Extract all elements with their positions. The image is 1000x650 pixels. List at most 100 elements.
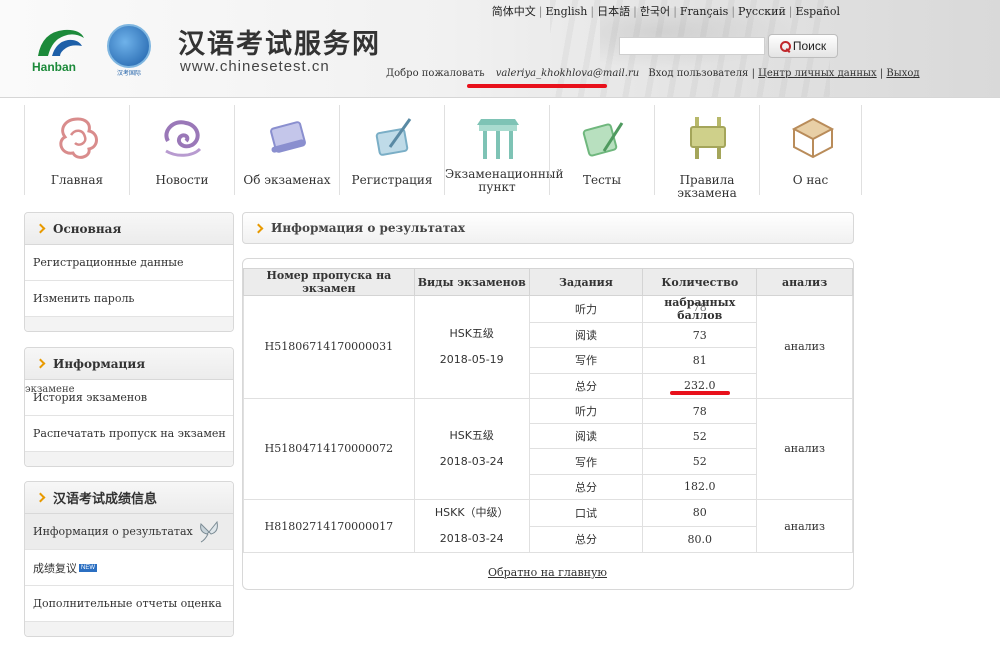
panel-header: 汉语考试成绩信息 (25, 482, 233, 514)
analysis-link[interactable]: анализ (756, 499, 853, 554)
exam-cell: HSK五级 2018-05-19 (413, 295, 530, 399)
exam-date: 2018-03-24 (439, 454, 504, 468)
sidebar-item-print-pass[interactable]: Распечатать пропуск на экзамен (25, 416, 233, 452)
hanban-logo-text: Hanban (32, 60, 77, 74)
home-knot-icon (59, 117, 98, 159)
overlapping-text: экзамене (25, 384, 75, 395)
exam-name: HSK五级 (449, 326, 494, 340)
nav-item-home[interactable]: Главная (24, 105, 129, 195)
logout-link[interactable]: Выход (886, 68, 919, 79)
exam-date: 2018-05-19 (439, 352, 504, 366)
exam-date: 2018-03-24 (439, 532, 504, 546)
butterfly-icon (200, 520, 218, 543)
col-header-tasks: Задания (528, 268, 644, 296)
sidebar-item-results-info[interactable]: Информация о результатах (25, 514, 233, 550)
analysis-link[interactable]: анализ (756, 295, 853, 399)
search-icon (779, 40, 791, 52)
panel-title: Основная (53, 221, 122, 236)
nav-label: Тесты (582, 173, 621, 187)
search-input[interactable] (619, 37, 765, 55)
chevron-right-icon (35, 358, 46, 369)
lang-zh[interactable]: 简体中文 (492, 5, 536, 18)
site-title: 汉语考试服务网 (178, 29, 381, 60)
search-button[interactable]: Поиск (768, 34, 838, 58)
scroll-brush-icon (582, 122, 624, 157)
sidebar-item-additional-reports[interactable]: Дополнительные отчеты оценка (25, 586, 233, 622)
scroll-icon (270, 121, 306, 153)
panel-header: Основная (25, 213, 233, 245)
section-title: Информация о результатах (271, 221, 466, 235)
panel-title: Информация (53, 356, 146, 371)
table-row: H51806714170000031 HSK五级 2018-05-19 听力 7… (243, 295, 853, 399)
nav-item-news[interactable]: Новости (129, 105, 234, 195)
nav-item-about-exams[interactable]: Об экзаменах (234, 105, 339, 195)
nav-label: Регистрация (351, 173, 433, 187)
lang-separator: | (633, 5, 637, 18)
nav-label: Об экзаменах (243, 173, 331, 187)
task-score: 80.0 (642, 525, 758, 554)
nav-item-test-center[interactable]: Экзаменационный пункт (444, 105, 563, 195)
lang-separator: | (673, 5, 677, 18)
nav-label: Главная (50, 173, 104, 187)
task-score: 78 (642, 397, 758, 425)
lang-en[interactable]: English (545, 5, 587, 18)
task-name: 听力 (528, 295, 644, 323)
section-header: Информация о результатах (242, 212, 854, 244)
task-name: 阅读 (528, 423, 644, 450)
task-name: 写作 (528, 448, 644, 475)
sidebar-panel-basic: Основная Регистрационные данные Изменить… (24, 212, 234, 332)
hanban-logo-icon (38, 29, 84, 56)
task-score: 78 набранных баллов (642, 295, 758, 323)
lang-separator: | (788, 5, 793, 18)
profile-link[interactable]: Центр личных данных (758, 68, 877, 79)
lang-es[interactable]: Español (796, 5, 841, 18)
bronze-vessel-icon (690, 117, 726, 159)
task-score: 182.0 (642, 473, 758, 501)
nav-label: Правила экзамена (677, 173, 737, 200)
nav-label: Новости (155, 173, 209, 187)
sidebar-item-registration-data[interactable]: Регистрационные данные (25, 245, 233, 281)
table-row: H81802714170000017 HSKK（中级） 2018-03-24 口… (243, 499, 853, 554)
sidebar-item-exam-history[interactable]: экзамене История экзаменов (25, 380, 233, 416)
hanban-logo[interactable]: Hanban (28, 24, 94, 76)
red-annotation-underline (670, 391, 730, 395)
language-switcher: 简体中文 | English | 日本語 | 한국어 | Français | Русский | Es… (492, 3, 840, 19)
task-name: 总分 (528, 372, 644, 399)
back-to-home-link[interactable]: Обратно на главную (0, 566, 1000, 579)
lang-ja[interactable]: 日本語 (597, 5, 630, 18)
lang-separator: | (590, 5, 595, 18)
table-icon (791, 117, 835, 159)
panel-footer (25, 452, 233, 466)
ticket-number: H51806714170000031 (243, 295, 415, 399)
nav-item-about-us[interactable]: О нас (759, 105, 862, 195)
site-url: www.chinesetest.cn (180, 58, 330, 75)
search-button-label: Поиск (792, 39, 827, 53)
lang-ko[interactable]: 한국어 (640, 5, 670, 18)
red-annotation-underline (467, 84, 607, 88)
panel-header: Информация (25, 348, 233, 380)
lang-separator: | (538, 5, 543, 18)
col-header-ticket: Номер пропуска на экзамен (243, 268, 415, 296)
lang-ru[interactable]: Русский (738, 5, 786, 18)
nav-item-registration[interactable]: Регистрация (339, 105, 444, 195)
table-header-row: Номер пропуска на экзамен Виды экзаменов… (243, 268, 853, 296)
task-name: 总分 (528, 525, 644, 554)
exam-cell: HSK五级 2018-03-24 (413, 397, 530, 501)
analysis-link[interactable]: анализ (756, 397, 853, 501)
sidebar-item-change-password[interactable]: Изменить пароль (25, 281, 233, 317)
task-name: 总分 (528, 473, 644, 501)
panel-title: 汉语考试成绩信息 (53, 492, 158, 507)
task-score: 52 (642, 423, 758, 450)
task-name: 听力 (528, 397, 644, 425)
userbar-separator: | (879, 68, 884, 79)
exam-name: HSKK（中级） (434, 506, 509, 520)
chevron-right-icon (253, 223, 264, 233)
ticket-number: H81802714170000017 (243, 499, 415, 554)
nav-item-tests[interactable]: Тесты (549, 105, 654, 195)
brush-pen-icon (375, 118, 412, 156)
chevron-right-icon (35, 223, 46, 234)
chinesetest-globe-logo[interactable]: 汉考国际 (100, 24, 158, 77)
nav-item-exam-rules[interactable]: Правила экзамена (654, 105, 759, 200)
task-score: 73 (642, 321, 758, 349)
lang-fr[interactable]: Français (680, 5, 728, 18)
